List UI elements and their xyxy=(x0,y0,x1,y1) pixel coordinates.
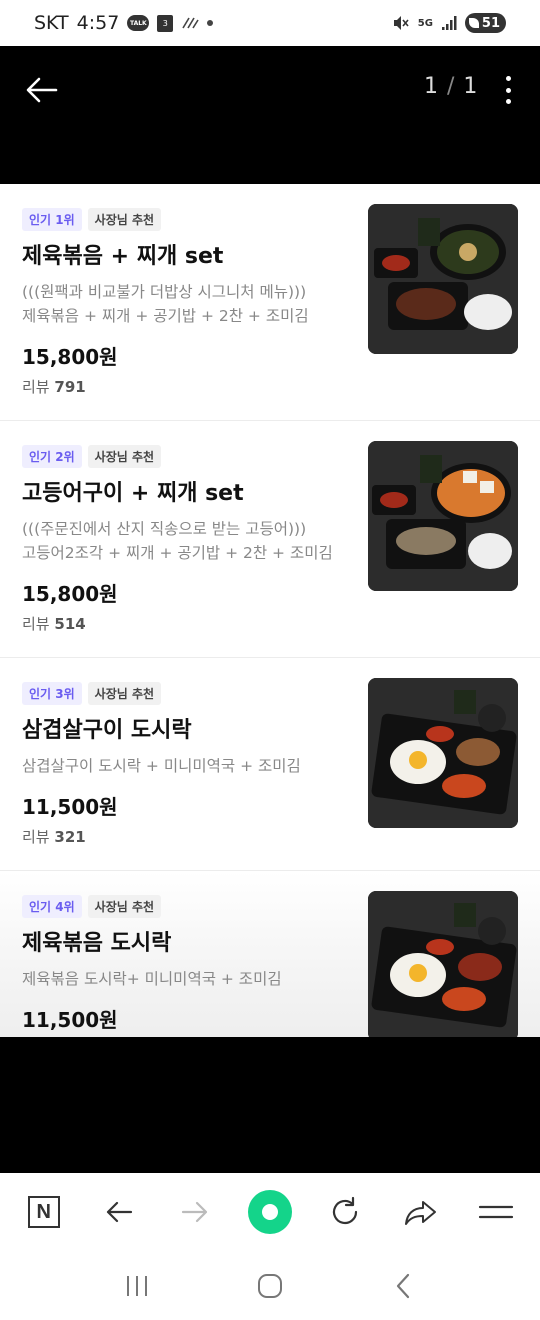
menu-description: 삼겹살구이 도시락 + 미니미역국 + 조미김 xyxy=(22,754,357,778)
review-label: 리뷰 xyxy=(22,615,50,633)
recent-apps-button[interactable] xyxy=(107,1261,167,1311)
menu-title: 삼겹살구이 도시락 xyxy=(22,718,192,743)
review-count: 514 xyxy=(54,615,86,633)
menu-price: 11,500원 xyxy=(22,1008,118,1032)
menu-item: 인기 3위 사장님 추천 삼겹살구이 도시락 삼겹살구이 도시락 + 미니미역국… xyxy=(0,658,540,871)
recent-apps-icon xyxy=(126,1275,147,1296)
menu-title: 고등어구이 + 찌개 set xyxy=(22,481,244,506)
refresh-button[interactable] xyxy=(319,1186,371,1238)
share-arrow-icon xyxy=(404,1201,436,1225)
badges: 인기 3위 사장님 추천 xyxy=(22,682,162,705)
badges: 인기 1위 사장님 추천 xyxy=(22,208,162,231)
page-current: 1 xyxy=(424,74,439,99)
dot-icon xyxy=(505,76,511,81)
home-icon xyxy=(257,1273,282,1298)
hamburger-icon xyxy=(479,1205,514,1219)
desc-line: (((주문진에서 산지 직송으로 받는 고등어))) xyxy=(22,520,307,538)
green-dot-button[interactable] xyxy=(244,1186,296,1238)
menu-description: (((원팩과 비교불가 더밥상 시그니처 메뉴))) 제육볶음 + 찌개 + 공… xyxy=(22,280,357,328)
menu-description: 제육볶음 도시락+ 미니미역국 + 조미김 xyxy=(22,967,357,991)
menu-price: 15,800원 xyxy=(22,345,118,369)
food-photo xyxy=(368,891,518,1037)
badges: 인기 4위 사장님 추천 xyxy=(22,895,162,918)
review-count: 321 xyxy=(54,828,86,846)
menu-image[interactable]: 인기 1위 사장님 추천 제육볶음 + 찌개 set (((원팩과 비교불가 더… xyxy=(0,184,540,1037)
desc-line: 고등어2조각 + 찌개 + 공기밥 + 2찬 + 조미김 xyxy=(22,544,333,562)
menu-button[interactable] xyxy=(470,1186,522,1238)
menu-review: 리뷰 321 xyxy=(22,826,86,847)
menu-review: 리뷰 514 xyxy=(22,613,86,634)
system-back-button[interactable] xyxy=(373,1261,433,1311)
chevron-left-icon xyxy=(397,1273,410,1298)
browser-toolbar: N xyxy=(0,1173,540,1251)
more-options-button[interactable] xyxy=(496,72,520,108)
battery-level: 51 xyxy=(481,15,500,31)
browser-back-button[interactable] xyxy=(93,1186,145,1238)
refresh-icon xyxy=(333,1196,358,1225)
notification-dot-icon xyxy=(207,20,214,26)
naver-home-button[interactable]: N xyxy=(18,1186,70,1238)
status-right: 5G 51 xyxy=(392,13,506,33)
menu-item: 인기 4위 사장님 추천 제육볶음 도시락 제육볶음 도시락+ 미니미역국 + … xyxy=(0,871,540,1037)
image-viewer-header: 1 / 1 xyxy=(0,46,540,184)
arrow-left-icon xyxy=(107,1201,133,1223)
5g-icon: 5G xyxy=(417,17,433,29)
status-left: SKT 4:57 TALK 3 xyxy=(34,12,214,34)
review-label: 리뷰 xyxy=(22,828,50,846)
status-bar: SKT 4:57 TALK 3 5G 51 xyxy=(0,0,540,46)
menu-title: 제육볶음 도시락 xyxy=(22,931,172,956)
owner-pick-badge: 사장님 추천 xyxy=(87,682,162,705)
menu-price: 11,500원 xyxy=(22,795,118,819)
rank-badge: 인기 1위 xyxy=(22,208,82,231)
review-count: 791 xyxy=(54,378,86,396)
calendar-icon: 3 xyxy=(157,14,174,32)
owner-pick-badge: 사장님 추천 xyxy=(87,208,162,231)
rank-badge: 인기 3위 xyxy=(22,682,82,705)
food-photo xyxy=(368,678,518,828)
battery-indicator: 51 xyxy=(464,13,506,33)
image-viewer-footer xyxy=(0,1037,540,1173)
arrow-left-icon xyxy=(26,77,58,103)
menu-item: 인기 1위 사장님 추천 제육볶음 + 찌개 set (((원팩과 비교불가 더… xyxy=(0,184,540,421)
owner-pick-badge: 사장님 추천 xyxy=(87,895,162,918)
home-button[interactable] xyxy=(240,1261,300,1311)
review-label: 리뷰 xyxy=(22,378,50,396)
battery-saver-icon xyxy=(468,18,479,28)
signal-stripes-icon xyxy=(181,16,200,30)
back-button[interactable] xyxy=(24,72,60,108)
menu-item: 인기 2위 사장님 추천 고등어구이 + 찌개 set (((주문진에서 산지 … xyxy=(0,421,540,658)
owner-pick-badge: 사장님 추천 xyxy=(87,445,162,468)
green-circle-icon xyxy=(247,1190,292,1234)
menu-review: 리뷰 791 xyxy=(22,376,86,397)
menu-description: (((주문진에서 산지 직송으로 받는 고등어))) 고등어2조각 + 찌개 +… xyxy=(22,517,357,565)
desc-line: 삼겹살구이 도시락 + 미니미역국 + 조미김 xyxy=(22,757,301,775)
rank-badge: 인기 2위 xyxy=(22,445,82,468)
desc-line: 제육볶음 + 찌개 + 공기밥 + 2찬 + 조미김 xyxy=(22,307,309,325)
share-button[interactable] xyxy=(395,1186,447,1238)
kakaotalk-icon: TALK xyxy=(127,15,150,31)
signal-bars-icon xyxy=(441,15,457,31)
menu-title: 제육볶음 + 찌개 set xyxy=(22,244,224,269)
network-label: 5G xyxy=(417,17,433,29)
page-separator: / xyxy=(447,74,456,99)
desc-line: (((원팩과 비교불가 더밥상 시그니처 메뉴))) xyxy=(22,283,307,301)
menu-price: 15,800원 xyxy=(22,582,118,606)
clock: 4:57 xyxy=(76,12,120,34)
dot-icon xyxy=(505,99,511,104)
page-total: 1 xyxy=(463,74,479,99)
carrier-label: SKT xyxy=(34,12,69,34)
dot-icon xyxy=(505,87,511,93)
arrow-right-icon xyxy=(181,1201,207,1223)
food-photo xyxy=(368,441,518,591)
badges: 인기 2위 사장님 추천 xyxy=(22,445,162,468)
naver-n-icon: N xyxy=(27,1196,60,1228)
food-photo xyxy=(368,204,518,354)
page-indicator: 1 / 1 xyxy=(424,74,478,99)
system-navigation-bar xyxy=(0,1251,540,1320)
rank-badge: 인기 4위 xyxy=(22,895,82,918)
mute-icon xyxy=(392,14,410,32)
browser-forward-button[interactable] xyxy=(169,1186,221,1238)
desc-line: 제육볶음 도시락+ 미니미역국 + 조미김 xyxy=(22,970,282,988)
